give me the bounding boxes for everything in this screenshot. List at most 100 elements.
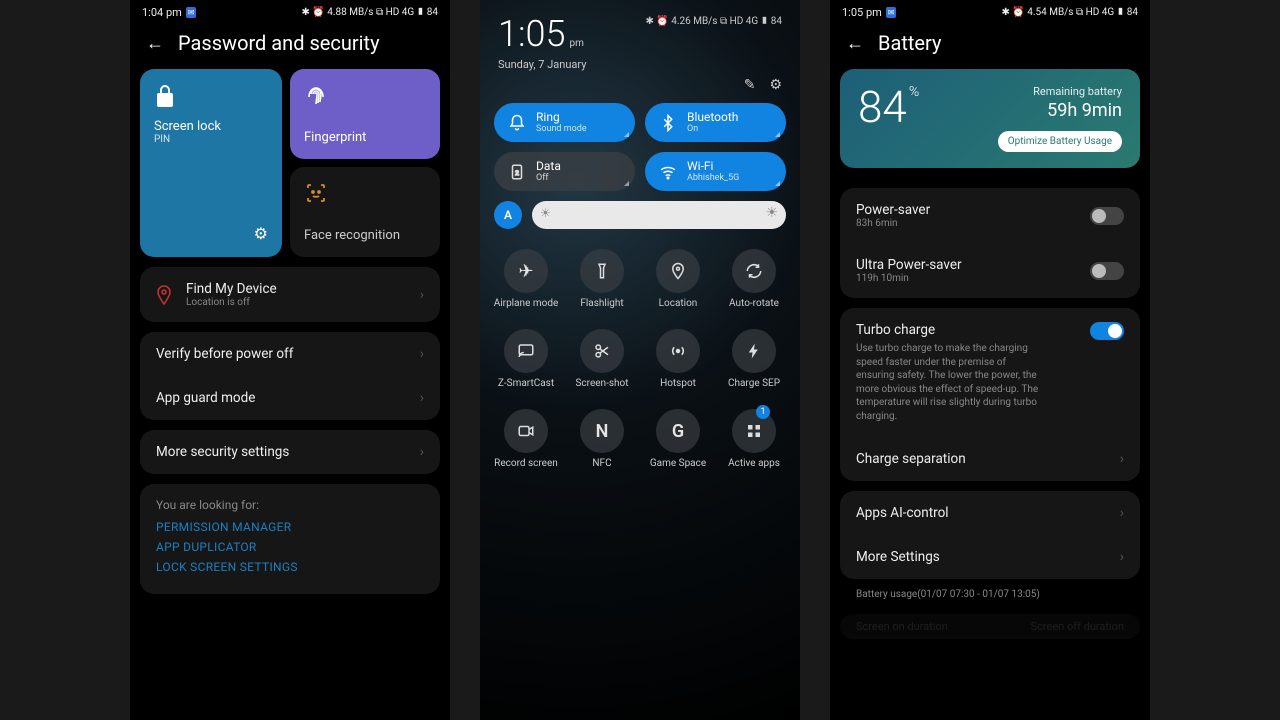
auto-brightness-button[interactable]: A [494,201,522,229]
qs-label: Charge SEP [728,378,780,389]
appguard-label: App guard mode [156,390,255,406]
chevron-right-icon: › [420,346,424,362]
optimize-battery-button[interactable]: Optimize Battery Usage [998,131,1122,152]
back-icon[interactable]: ← [146,33,164,54]
app-guard-row[interactable]: App guard mode › [140,376,440,420]
qs-autorotate[interactable]: Auto-rotate [718,243,790,319]
brightness-slider[interactable] [532,201,786,229]
more-settings-row[interactable]: More Settings › [840,535,1140,579]
more-label: More security settings [156,444,289,460]
bt-sub: On [687,124,738,134]
fingerprint-tile[interactable]: Fingerprint [290,69,440,159]
screen-battery: 1:05 pm✉ ✱ ⏰ 4.54 MB/s ⧉ HD 4G ▮ 84 ← Ba… [830,0,1150,720]
find-my-device-row[interactable]: Find My Device Location is off › [140,267,440,322]
chevron-right-icon: › [1120,549,1124,565]
face-icon [304,181,328,205]
fingerprint-icon [304,83,328,107]
bluetooth-pill[interactable]: BluetoothOn [645,103,786,142]
face-label: Face recognition [304,228,426,243]
page-title: Battery [878,31,941,55]
qs-smartcast[interactable]: Z-SmartCast [490,323,562,399]
battery-percent: 84 [858,81,907,133]
screen-quick-settings: 1:05pm ✱ ⏰ 4.26 MB/s ⧉ HD 4G ▮ 84 Sunday… [480,0,800,720]
qs-label: Location [659,298,698,309]
status-icons: ✱ ⏰ 4.54 MB/s ⧉ HD 4G ▮ 84 [1001,7,1138,18]
clock-time: 1:05 [498,13,565,55]
more-security-row[interactable]: More security settings › [140,430,440,474]
qs-label: Hotspot [660,378,696,389]
qs-label: NFC [592,458,611,469]
qs-label: Auto-rotate [729,298,779,309]
ups-label: Ultra Power-saver [856,257,962,273]
screen-lock-tile[interactable]: Screen lock PIN ⚙ [140,69,282,257]
wifi-label: Wi-Fi [687,160,739,173]
data-sub: Off [536,173,561,183]
link-permission-manager[interactable]: PERMISSION MANAGER [156,520,424,534]
header: ← Battery [830,21,1150,69]
qs-nfc[interactable]: NNFC [566,403,638,479]
ps-label: Power-saver [856,202,930,218]
screen-on-label: Screen on duration [856,620,948,633]
ups-sub: 119h 10min [856,273,962,284]
face-recognition-tile[interactable]: Face recognition [290,167,440,257]
tc-label: Turbo charge [856,322,1046,338]
tc-desc: Use turbo charge to make the charging sp… [856,342,1046,423]
chevron-right-icon: › [420,444,424,460]
power-saver-row[interactable]: Power-saver83h 6min [840,188,1140,243]
gear-icon[interactable]: ⚙ [254,224,268,243]
notif-badge-icon: ✉ [886,7,897,18]
page-title: Password and security [178,31,380,55]
bt-label: Bluetooth [687,111,738,124]
qs-gamespace[interactable]: GGame Space [642,403,714,479]
status-bar: 1:04 pm✉ ✱ ⏰ 4.88 MB/s ⧉ HD 4G ▮ 84 [130,0,450,21]
screen-lock-sub: PIN [154,134,268,145]
link-app-duplicator[interactable]: APP DUPLICATOR [156,540,424,554]
link-lock-screen-settings[interactable]: LOCK SCREEN SETTINGS [156,560,424,574]
chevron-right-icon: › [420,287,424,303]
remaining-value: 59h 9min [998,100,1122,121]
power-saver-toggle[interactable] [1090,207,1124,225]
qs-record[interactable]: Record screen [490,403,562,479]
chevron-right-icon: › [1120,505,1124,521]
sim-icon: 2 [508,163,526,181]
qs-chargesep[interactable]: Charge SEP [718,323,790,399]
status-icons: ✱ ⏰ 4.88 MB/s ⧉ HD 4G ▮ 84 [301,7,438,18]
ring-pill[interactable]: RingSound mode [494,103,635,142]
location-icon [669,262,687,280]
apps-ai-row[interactable]: Apps AI-control › [840,491,1140,535]
gear-icon[interactable]: ⚙ [769,77,782,93]
apps-icon [745,422,763,440]
qs-location[interactable]: Location [642,243,714,319]
screen-duration-row: Screen on duration Screen off duration [840,614,1140,639]
chevron-right-icon: › [420,390,424,406]
qs-flashlight[interactable]: Flashlight [566,243,638,319]
qs-label: Flashlight [580,298,623,309]
qs-hotspot[interactable]: Hotspot [642,323,714,399]
edit-icon[interactable]: ✎ [744,77,756,93]
wifi-sub: Abhishek_5G [687,173,739,183]
charge-separation-row[interactable]: Charge separation › [840,437,1140,481]
flashlight-icon [593,262,611,280]
qs-screenshot[interactable]: Screen-shot [566,323,638,399]
back-icon[interactable]: ← [846,33,864,54]
bell-icon [508,114,526,132]
suggestions-card: You are looking for: PERMISSION MANAGER … [140,484,440,594]
turbo-charge-row[interactable]: Turbo charge Use turbo charge to make the… [840,308,1140,437]
ultra-power-saver-row[interactable]: Ultra Power-saver119h 10min [840,243,1140,298]
ring-label: Ring [536,111,587,124]
qs-activeapps[interactable]: 1Active apps [718,403,790,479]
qs-airplane[interactable]: ✈Airplane mode [490,243,562,319]
wifi-pill[interactable]: Wi-FiAbhishek_5G [645,152,786,191]
status-bar: 1:05 pm✉ ✱ ⏰ 4.54 MB/s ⧉ HD 4G ▮ 84 [830,0,1150,21]
bluetooth-icon [659,114,677,132]
ultra-power-saver-toggle[interactable] [1090,262,1124,280]
hotspot-icon [669,342,687,360]
ring-sub: Sound mode [536,124,587,134]
verify-row[interactable]: Verify before power off › [140,332,440,376]
qs-label: Game Space [650,458,706,469]
data-pill[interactable]: 2 DataOff [494,152,635,191]
record-icon [517,422,535,440]
qs-label: Airplane mode [494,298,559,309]
suggest-hint: You are looking for: [156,498,424,512]
turbo-charge-toggle[interactable] [1090,322,1124,340]
